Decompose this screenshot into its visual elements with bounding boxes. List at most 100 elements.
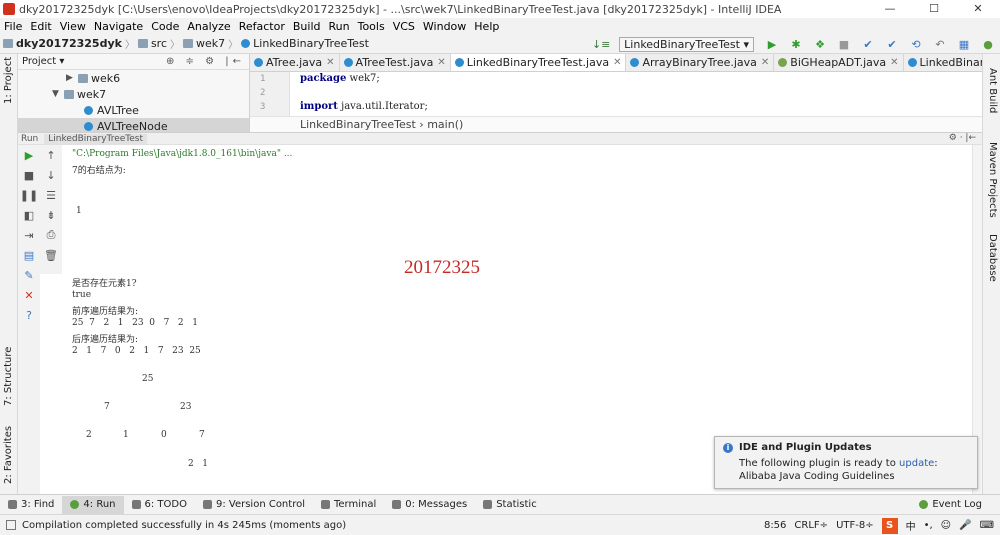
close-tab-icon[interactable]: ✕ [890,57,898,68]
ant-build-tab[interactable]: Ant Build [987,68,998,113]
dump-threads-icon[interactable]: ◧ [18,205,40,225]
close-run-icon[interactable]: ✕ [18,285,40,305]
tab-arraybinarytree[interactable]: ArrayBinaryTree.java ✕ [626,54,775,71]
tab-atree[interactable]: ATree.java ✕ [250,54,340,71]
update-link[interactable]: update [899,458,934,469]
messages-icon [392,500,402,509]
update-notification[interactable]: i IDE and Plugin Updates The following p… [714,436,978,489]
close-tab-icon[interactable]: ✕ [326,57,334,68]
menu-vcs[interactable]: VCS [389,20,419,33]
vcs-update-icon[interactable]: ✔ [861,38,875,51]
tree-item-avltree[interactable]: AVLTree [18,102,249,118]
run-tab-linkedbinarytreetest[interactable]: LinkedBinaryTreeTest [44,133,148,144]
structure-tool-tab[interactable]: 7: Structure [3,347,14,406]
tool-windows-icon[interactable] [6,520,16,530]
debug-icon[interactable]: ✱ [789,38,803,51]
print-icon[interactable]: ⎙ [40,225,62,245]
collapsed-arrow-icon[interactable]: ▶ [66,73,78,83]
tree-item-wek6[interactable]: ▶ wek6 [18,70,249,86]
tree-item-avltreenode[interactable]: AVLTreeNode [18,118,249,132]
breadcrumb-package[interactable]: wek7 [180,37,228,50]
plugin-icon[interactable]: ● [981,38,995,51]
clear-all-icon[interactable]: 🗑 [40,245,62,265]
tab-bigheapadt[interactable]: BiGHeapADT.java ✕ [774,54,904,71]
tab-atreetest[interactable]: ATreeTest.java ✕ [340,54,451,71]
menu-navigate[interactable]: Navigate [90,20,147,33]
expanded-arrow-icon[interactable]: ▼ [52,89,64,99]
vcs-commit-icon[interactable]: ✔ [885,38,899,51]
tree-output-node: 23 [180,402,192,412]
layout-icon[interactable]: ▤ [18,245,40,265]
editor-breadcrumb[interactable]: LinkedBinaryTreeTest › main() [250,116,982,132]
project-panel-gear-icon[interactable]: ⊕ ≑ ⚙ |← [166,56,245,67]
statistic-tool-button[interactable]: Statistic [475,496,545,514]
menu-refactor[interactable]: Refactor [235,20,289,33]
database-tab[interactable]: Database [987,234,998,282]
run-icon[interactable]: ▶ [765,38,779,51]
event-log-tool-button[interactable]: Event Log [911,496,990,514]
ime-keyboard-icon[interactable]: ⌨ [980,520,994,531]
ime-emoji-icon[interactable]: ☺ [941,520,951,531]
scroll-to-end-icon[interactable]: ⇟ [40,205,62,225]
up-arrow-icon[interactable]: ↑ [40,145,62,165]
line-separator-select[interactable]: CRLF÷ [794,520,828,531]
pin-icon[interactable]: ✎ [18,265,40,285]
menu-view[interactable]: View [56,20,90,33]
close-tab-icon[interactable]: ✕ [613,57,621,68]
ime-chinese-mode-icon[interactable]: 中 [906,518,916,533]
breadcrumb-src[interactable]: src [135,37,170,50]
messages-tool-button[interactable]: 0: Messages [384,496,475,514]
menu-help[interactable]: Help [470,20,503,33]
history-icon[interactable]: ⟲ [909,38,923,51]
ime-mic-icon[interactable]: 🎤 [959,520,971,531]
close-tab-icon[interactable]: ✕ [437,57,445,68]
tree-item-wek7[interactable]: ▼ wek7 [18,86,249,102]
breadcrumb-file[interactable]: LinkedBinaryTreeTest [238,37,372,50]
maven-projects-tab[interactable]: Maven Projects [987,142,998,218]
maximize-button[interactable]: ☐ [912,0,956,18]
soft-wrap-icon[interactable]: ☰ [40,185,62,205]
pause-icon[interactable]: ❚❚ [18,185,40,205]
exit-icon[interactable]: ⇥ [18,225,40,245]
menu-window[interactable]: Window [419,20,470,33]
stop-run-icon[interactable]: ■ [18,165,40,185]
run-settings-icon[interactable]: ⚙ · |← [949,133,976,143]
menu-file[interactable]: File [0,20,26,33]
menu-tools[interactable]: Tools [354,20,389,33]
rerun-icon[interactable]: ▶ [18,145,40,165]
ime-logo-icon[interactable]: S [881,517,898,534]
close-button[interactable]: ✕ [956,0,1000,18]
breadcrumb-project[interactable]: dky20172325dyk [0,37,125,50]
menu-run[interactable]: Run [325,20,354,33]
project-tool-tab[interactable]: 1: Project [3,57,14,104]
ime-punctuation-icon[interactable]: •, [924,520,933,531]
favorites-tool-tab[interactable]: 2: Favorites [3,426,14,484]
project-structure-icon[interactable]: ▦ [957,38,971,51]
right-tool-stripe: Ant Build Maven Projects Database [982,54,1000,494]
project-view-select[interactable]: Project ▾ [22,56,64,67]
caret-position[interactable]: 8:56 [764,520,786,531]
version-control-tool-button[interactable]: 9: Version Control [195,496,313,514]
help-icon[interactable]: ? [18,305,40,325]
menu-edit[interactable]: Edit [26,20,55,33]
close-tab-icon[interactable]: ✕ [761,57,769,68]
coverage-icon[interactable]: ❖ [813,38,827,51]
terminal-tool-button[interactable]: Terminal [313,496,384,514]
find-tool-button[interactable]: 3: Find [0,496,62,514]
encoding-select[interactable]: UTF-8÷ [836,520,874,531]
menu-build[interactable]: Build [289,20,325,33]
status-message[interactable]: Compilation completed successfully in 4s… [22,520,346,531]
build-project-icon[interactable]: ↓≡ [592,38,610,51]
tab-linkedbinarytreetest[interactable]: LinkedBinaryTreeTest.java ✕ [450,54,627,71]
todo-tool-button[interactable]: 6: TODO [124,496,195,514]
run-tool-button[interactable]: 4: Run [62,495,124,514]
tab-linkedbinarytree[interactable]: LinkedBinaryTree.java ✕ [904,54,982,71]
down-arrow-icon[interactable]: ↓ [40,165,62,185]
minimize-button[interactable]: — [868,0,912,18]
menu-code[interactable]: Code [147,20,183,33]
revert-icon[interactable]: ↶ [933,38,947,51]
menu-analyze[interactable]: Analyze [183,20,234,33]
run-configuration-select[interactable]: LinkedBinaryTreeTest ▾ [619,36,754,52]
stop-icon[interactable]: ■ [837,38,851,51]
code-area[interactable]: package wek7; import java.util.Iterator; [300,72,428,114]
